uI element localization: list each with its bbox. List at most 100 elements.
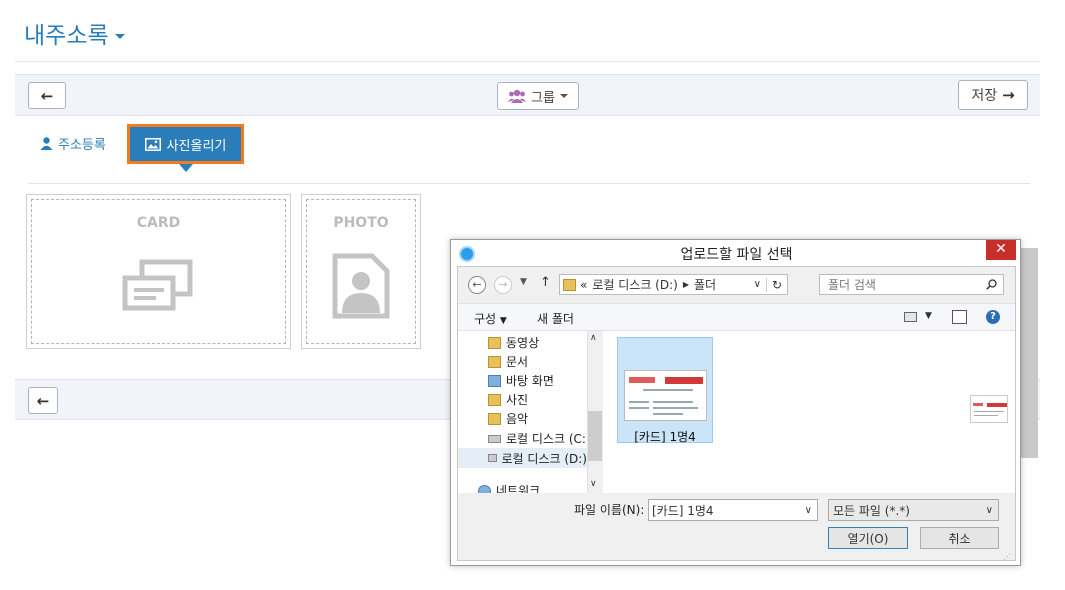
group-dropdown-button[interactable]: 그룹 <box>497 82 579 110</box>
scroll-down-icon[interactable]: ∨ <box>590 479 597 489</box>
folder-tree: 동영상 문서 바탕 화면 사진 음악 로컬 디스크 (C:) 로컬 디스크 (D… <box>458 331 604 493</box>
search-icon <box>986 279 997 290</box>
tree-item-network[interactable]: 네트워크 <box>478 482 540 493</box>
tab-address-register[interactable]: 주소등록 <box>40 134 106 153</box>
folder-icon <box>488 393 501 406</box>
tab-label: 주소등록 <box>58 138 106 153</box>
scrollbar-thumb[interactable] <box>588 411 602 461</box>
close-button[interactable]: ✕ <box>986 240 1016 260</box>
new-folder-button[interactable]: 새 폴더 <box>537 310 574 327</box>
background-panel-edge <box>1021 248 1038 458</box>
file-name-input[interactable]: [카드] 1명4 ∨ <box>648 499 818 521</box>
top-toolbar: ← 그룹 저장 → <box>15 74 1040 116</box>
file-name-label: 파일 이름(N): <box>574 503 645 517</box>
page-title[interactable]: 내주소록 <box>24 16 125 50</box>
back-nav-icon[interactable]: ← <box>468 276 486 294</box>
tree-item-desktop[interactable]: 바탕 화면 <box>488 372 554 389</box>
tree-item-documents[interactable]: 문서 <box>488 353 528 370</box>
dialog-body: ← → ▼ ↑ « 로컬 디스크 (D:) ▶ 폴더 ∨ ↻ 폴더 검색 구성 … <box>457 266 1016 561</box>
tree-label: 네트워크 <box>496 484 541 493</box>
tree-label: 문서 <box>506 355 529 369</box>
save-label: 저장 <box>971 88 998 104</box>
search-input[interactable]: 폴더 검색 <box>819 274 1004 295</box>
dialog-title: 업로드할 파일 선택 <box>680 247 793 263</box>
chevron-down-icon <box>559 94 568 98</box>
business-card-icon <box>122 259 193 311</box>
network-icon <box>478 484 491 493</box>
organize-menu[interactable]: 구성 ▼ <box>474 310 507 327</box>
drive-icon <box>488 434 501 443</box>
tree-label: 음악 <box>506 412 529 426</box>
folder-icon <box>488 355 501 368</box>
tree-label: 사진 <box>506 393 529 407</box>
person-icon <box>40 137 53 150</box>
address-bar[interactable]: « 로컬 디스크 (D:) ▶ 폴더 ∨ ↻ <box>559 274 788 295</box>
chevron-down-icon[interactable]: ▼ <box>925 311 932 321</box>
folder-icon <box>488 412 501 425</box>
file-thumbnail <box>624 370 707 421</box>
tree-item-drive-d[interactable]: 로컬 디스크 (D:) <box>458 448 587 468</box>
address-prefix: « <box>580 277 588 292</box>
save-button[interactable]: 저장 → <box>958 80 1028 110</box>
group-label: 그룹 <box>531 90 555 106</box>
tree-item-music[interactable]: 음악 <box>488 410 528 427</box>
preview-pane-icon[interactable] <box>952 310 967 324</box>
file-name: [카드] 1명4 <box>634 430 696 444</box>
back-button[interactable]: ← <box>28 387 58 414</box>
card-upload-box[interactable]: CARD <box>26 194 291 349</box>
photo-upload-box[interactable]: PHOTO <box>301 194 421 349</box>
command-bar: 구성 ▼ 새 폴더 ▼ ? <box>458 303 1015 331</box>
group-icon <box>508 89 527 103</box>
tree-item-videos[interactable]: 동영상 <box>488 334 539 351</box>
help-icon[interactable]: ? <box>986 310 1000 324</box>
refresh-icon[interactable]: ↻ <box>765 277 787 292</box>
folder-icon <box>488 336 501 349</box>
file-type-select[interactable]: 모든 파일 (*.*) ∨ <box>828 499 999 521</box>
divider <box>15 61 1040 62</box>
page-title-text: 내주소록 <box>24 23 109 49</box>
up-folder-icon[interactable]: ↑ <box>540 275 551 290</box>
file-thumbnail[interactable] <box>970 395 1008 423</box>
chevron-down-icon: ∨ <box>985 505 993 516</box>
resize-grip-icon[interactable]: ⋰ <box>1003 552 1011 561</box>
divider <box>28 183 1030 184</box>
tree-label: 동영상 <box>506 336 540 350</box>
organize-label: 구성 <box>474 312 497 326</box>
arrow-left-icon: ← <box>36 391 50 410</box>
tab-label: 사진올리기 <box>166 138 227 154</box>
cancel-button[interactable]: 취소 <box>920 527 999 549</box>
search-placeholder: 폴더 검색 <box>828 278 876 292</box>
chevron-right-icon: ▶ <box>682 280 689 289</box>
back-button[interactable]: ← <box>28 82 66 109</box>
folder-icon <box>563 278 576 291</box>
photo-label: PHOTO <box>333 215 389 231</box>
address-segment[interactable]: 폴더 <box>694 276 716 293</box>
forward-nav-icon[interactable]: → <box>494 276 512 294</box>
scroll-up-icon[interactable]: ∧ <box>590 333 597 343</box>
chevron-down-icon: ▼ <box>499 316 507 326</box>
file-item[interactable]: [카드] 1명4 <box>617 337 713 444</box>
tree-item-drive-c[interactable]: 로컬 디스크 (C:) <box>488 430 591 447</box>
recent-dropdown-icon[interactable]: ▼ <box>520 277 527 287</box>
tree-label: 로컬 디스크 (D:) <box>501 451 587 466</box>
drive-icon <box>488 454 497 462</box>
person-photo-icon <box>332 253 390 319</box>
title-dropdown-icon[interactable] <box>114 34 125 39</box>
file-open-dialog: 업로드할 파일 선택 ✕ ← → ▼ ↑ « 로컬 디스크 (D:) ▶ 폴더 … <box>450 239 1021 566</box>
tree-label: 바탕 화면 <box>506 374 554 388</box>
arrow-right-icon: → <box>1002 86 1015 104</box>
view-options-icon[interactable] <box>904 312 917 322</box>
tab-photo-upload[interactable]: 사진올리기 <box>127 124 244 164</box>
chevron-down-icon[interactable]: ∨ <box>805 505 812 516</box>
active-tab-pointer <box>179 164 193 172</box>
arrow-left-icon: ← <box>40 86 54 105</box>
tree-item-pictures[interactable]: 사진 <box>488 391 528 408</box>
folder-icon <box>488 374 501 387</box>
card-label: CARD <box>136 215 181 231</box>
address-segment[interactable]: 로컬 디스크 (D:) <box>592 276 677 293</box>
open-button[interactable]: 열기(O) <box>828 527 908 549</box>
file-list: [카드] 1명4 <box>604 331 1015 493</box>
file-name-value: [카드] 1명4 <box>652 503 714 518</box>
file-type-value: 모든 파일 (*.*) <box>833 503 910 518</box>
chevron-down-icon[interactable]: ∨ <box>754 279 761 290</box>
